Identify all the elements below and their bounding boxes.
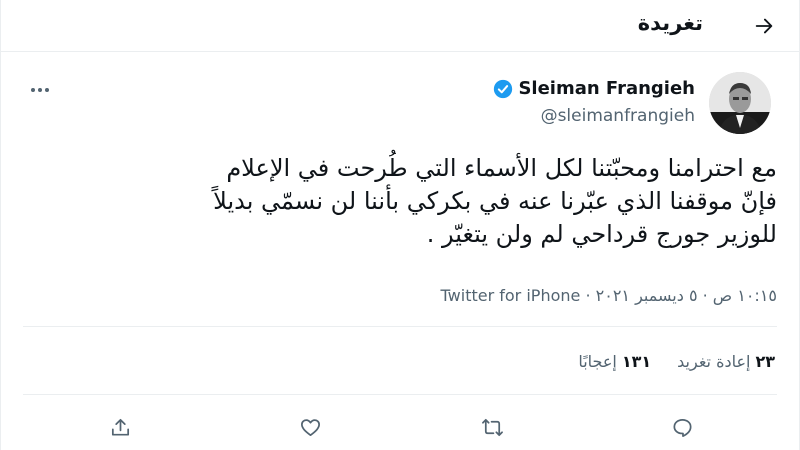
avatar[interactable] xyxy=(709,72,771,134)
author-handle[interactable]: @sleimanfrangieh xyxy=(541,106,695,126)
meta-separator: · xyxy=(697,286,708,305)
more-dot xyxy=(38,88,42,92)
reply-icon xyxy=(672,418,692,437)
retweets-count: ٢٣ xyxy=(755,352,775,371)
tweet-line: للوزير جورج قرداحي لم ولن يتغيّر . xyxy=(426,220,777,248)
page-header: تغريدة xyxy=(1,0,800,52)
likes-count: ١٣١ xyxy=(621,352,652,371)
retweet-button[interactable] xyxy=(475,410,509,444)
like-button[interactable] xyxy=(293,410,327,444)
author-name[interactable]: Sleiman Frangieh xyxy=(518,78,695,99)
page-title: تغريدة xyxy=(637,11,703,35)
author-name-row: Sleiman Frangieh xyxy=(493,78,695,99)
tweet-time[interactable]: ١٠:١٥ ص xyxy=(713,286,777,305)
more-dot xyxy=(31,88,35,92)
likes-label: إعجابًا xyxy=(578,352,617,371)
tweet-stats: ٢٣ إعادة تغريد ١٣١ إعجابًا xyxy=(578,352,775,371)
tweet-meta: ١٠:١٥ ص · ٥ ديسمبر ٢٠٢١ · Twitter for iP… xyxy=(441,286,777,305)
meta-separator: · xyxy=(580,286,591,305)
share-icon xyxy=(111,418,129,436)
tweet-page: تغريدة Sleiman Frangieh @sleimanfrangieh… xyxy=(0,0,800,450)
more-dot xyxy=(45,88,49,92)
tweet-source[interactable]: Twitter for iPhone xyxy=(441,286,581,305)
arrow-back-icon xyxy=(755,18,773,34)
avatar-photo xyxy=(709,72,771,134)
share-button[interactable] xyxy=(103,410,137,444)
retweet-icon xyxy=(481,418,503,436)
reply-button[interactable] xyxy=(665,410,699,444)
divider xyxy=(23,394,777,395)
more-options-button[interactable] xyxy=(27,80,53,100)
like-icon xyxy=(300,418,320,436)
likes-stat[interactable]: ١٣١ إعجابًا xyxy=(578,352,651,371)
verified-badge-icon xyxy=(494,79,513,98)
retweets-label: إعادة تغريد xyxy=(677,352,751,371)
tweet-actions xyxy=(1,404,800,450)
divider xyxy=(23,326,777,327)
tweet-text: مع احترامنا ومحبّتنا لكل الأسماء التي طُ… xyxy=(37,152,777,251)
tweet-line: مع احترامنا ومحبّتنا لكل الأسماء التي طُ… xyxy=(226,154,777,182)
tweet-line: فإنّ موقفنا الذي عبّرنا عنه في بكركي بأن… xyxy=(213,187,777,215)
back-button[interactable] xyxy=(749,11,779,41)
tweet-date[interactable]: ٥ ديسمبر ٢٠٢١ xyxy=(596,286,698,305)
retweets-stat[interactable]: ٢٣ إعادة تغريد xyxy=(677,352,775,371)
